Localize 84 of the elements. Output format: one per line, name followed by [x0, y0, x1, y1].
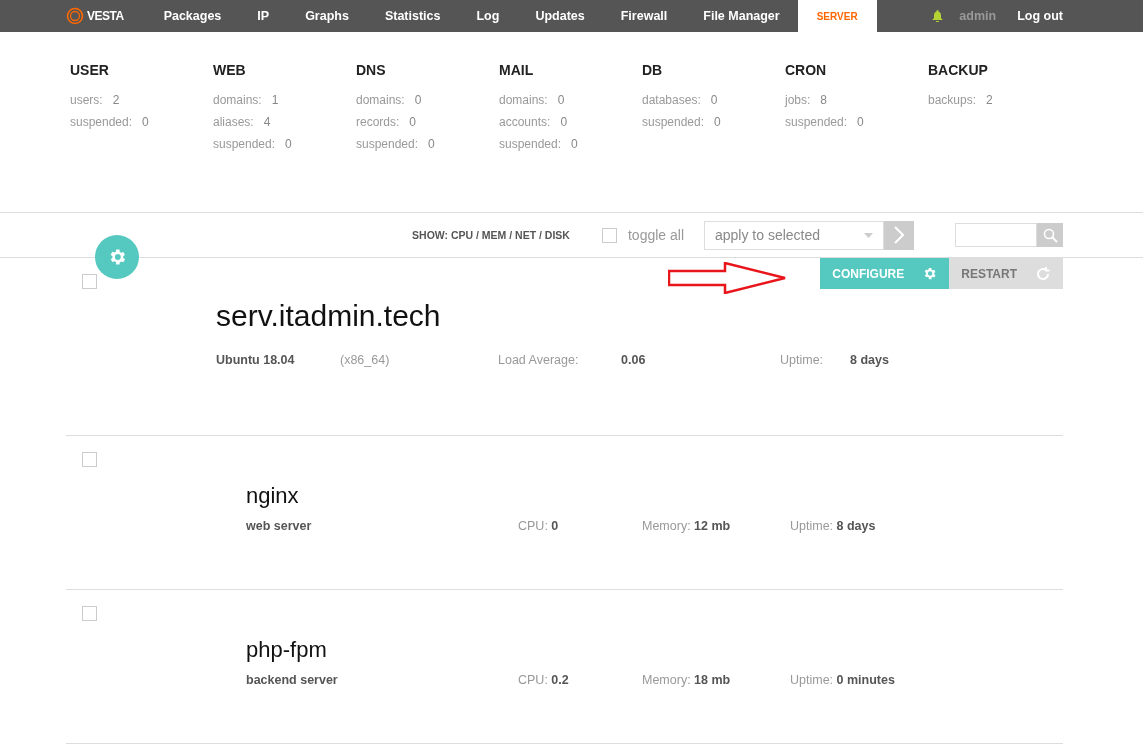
- load-label: Load Average:: [498, 353, 580, 367]
- stat-label: suspended:: [70, 115, 133, 131]
- stat-label: suspended:: [642, 115, 705, 131]
- caret-icon: [864, 232, 873, 238]
- nav-tab[interactable]: Graphs: [287, 0, 367, 32]
- chevron-right-icon: [894, 226, 904, 244]
- memory-usage: Memory: 18 mb: [642, 673, 732, 687]
- stat-value: 0: [285, 137, 292, 153]
- logo-text: VESTA: [87, 9, 124, 23]
- nav-tab[interactable]: File Manager: [685, 0, 798, 32]
- load-value: 0.06: [621, 353, 647, 367]
- search-button[interactable]: [1037, 223, 1063, 247]
- stat-label: suspended:: [499, 137, 562, 153]
- stat-label: users:: [70, 93, 103, 109]
- service-description: backend server: [246, 673, 339, 687]
- stat-heading[interactable]: MAIL: [499, 62, 642, 78]
- stat-value: 0: [560, 115, 568, 131]
- stat-label: suspended:: [356, 137, 419, 153]
- stat-label: jobs:: [785, 93, 811, 109]
- stat-value: 0: [857, 115, 864, 131]
- service-name[interactable]: nginx: [246, 483, 1063, 509]
- show-filter[interactable]: SHOW: CPU / MEM / NET / DISK: [412, 229, 570, 241]
- stat-label: accounts:: [499, 115, 551, 131]
- stat-label: backups:: [928, 93, 977, 109]
- nav-tab[interactable]: Log: [458, 0, 518, 32]
- search-field[interactable]: [955, 223, 1037, 247]
- checkbox[interactable]: [82, 274, 97, 289]
- stat-value: 2: [112, 93, 120, 109]
- bell-icon[interactable]: [932, 10, 944, 22]
- apply-button[interactable]: [884, 220, 914, 250]
- cpu-usage: CPU: 0.2: [518, 673, 570, 687]
- service-description: web server: [246, 519, 313, 533]
- stat-label: suspended:: [785, 115, 848, 131]
- stat-value: 4: [263, 115, 271, 131]
- architecture: (x86_64): [340, 353, 391, 367]
- stat-value: 0: [571, 137, 578, 153]
- nav-tab[interactable]: Packages: [145, 0, 240, 32]
- nav-tab[interactable]: Updates: [517, 0, 603, 32]
- stat-label: suspended:: [213, 137, 276, 153]
- server-hostname[interactable]: serv.itadmin.tech: [216, 299, 1063, 333]
- stat-label: records:: [356, 115, 400, 131]
- stat-value: 0: [428, 137, 435, 153]
- checkbox[interactable]: [82, 606, 97, 621]
- stat-value: 1: [271, 93, 279, 109]
- stat-label: domains:: [213, 93, 262, 109]
- os-version: Ubuntu 18.04: [216, 353, 296, 367]
- stat-value: 0: [557, 93, 565, 109]
- nav-tab[interactable]: Firewall: [602, 0, 686, 32]
- refresh-icon: [1035, 265, 1051, 282]
- service-name[interactable]: php-fpm: [246, 637, 1063, 663]
- stat-value: 2: [986, 93, 993, 109]
- service-uptime: Uptime: 8 days: [790, 519, 877, 533]
- logo-icon: [66, 7, 84, 25]
- nav-tab[interactable]: Statistics: [366, 0, 459, 32]
- checkbox[interactable]: [601, 227, 617, 243]
- gear-icon: [922, 266, 938, 281]
- stat-value: 0: [142, 115, 149, 131]
- stat-heading[interactable]: WEB: [213, 62, 356, 78]
- logo[interactable]: VESTA: [66, 7, 124, 25]
- checkbox[interactable]: [82, 452, 97, 467]
- settings-button[interactable]: [95, 235, 139, 279]
- stat-label: aliases:: [213, 115, 254, 131]
- stat-label: domains:: [499, 93, 548, 109]
- service-uptime: Uptime: 0 minutes: [790, 673, 896, 687]
- cpu-usage: CPU: 0: [518, 519, 560, 533]
- stat-heading[interactable]: CRON: [785, 62, 928, 78]
- stat-value: 0: [414, 93, 422, 109]
- memory-usage: Memory: 12 mb: [642, 519, 732, 533]
- stat-heading[interactable]: DB: [642, 62, 785, 78]
- nav-tab[interactable]: IP: [239, 0, 288, 32]
- stat-value: 0: [710, 93, 718, 109]
- action-select[interactable]: apply to selected: [704, 220, 884, 250]
- uptime-label: Uptime:: [780, 353, 825, 367]
- stat-value: 0: [714, 115, 721, 131]
- stat-heading[interactable]: DNS: [356, 62, 499, 78]
- stat-label: domains:: [356, 93, 405, 109]
- stat-heading[interactable]: BACKUP: [928, 62, 1071, 78]
- uptime-value: 8 days: [850, 353, 890, 367]
- search-icon: [1042, 227, 1058, 243]
- stat-heading[interactable]: USER: [70, 62, 213, 78]
- stat-label: databases:: [642, 93, 701, 109]
- logout-link[interactable]: Log out: [1017, 9, 1063, 23]
- stat-value: 8: [820, 93, 828, 109]
- stat-value: 0: [409, 115, 417, 131]
